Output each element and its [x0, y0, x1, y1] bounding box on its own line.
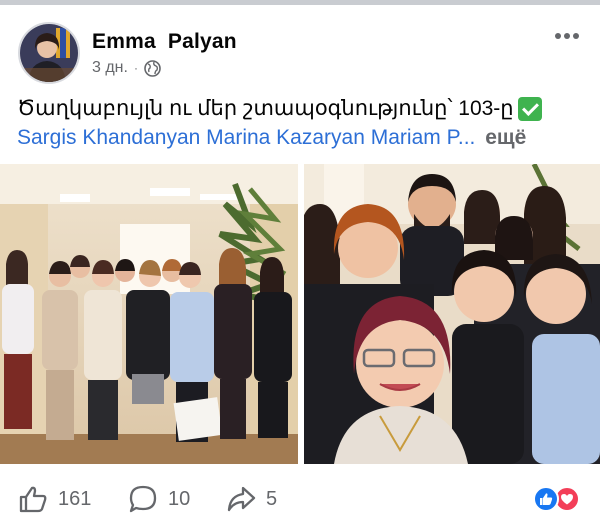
- post-actions-bar: 161 10 5: [0, 478, 600, 522]
- tag-marina-kazaryan[interactable]: Marina Kazaryan: [206, 126, 365, 149]
- post-timestamp[interactable]: 3 дн.: [92, 59, 128, 77]
- comments-count: 10: [168, 487, 191, 510]
- share-button[interactable]: 5: [226, 484, 277, 514]
- comment-button[interactable]: 10: [128, 484, 190, 514]
- top-divider: [0, 0, 600, 5]
- tagged-people: Sargis Khandanyan Marina Kazaryan Mariam…: [17, 126, 587, 150]
- tag-mariam-p[interactable]: Mariam P: [371, 126, 458, 149]
- like-reaction-icon: [533, 486, 559, 512]
- share-arrow-icon: [226, 484, 256, 514]
- tags-ellipsis: ...: [457, 126, 476, 149]
- more-dots-icon[interactable]: [552, 26, 582, 46]
- see-more-link[interactable]: ещё: [485, 126, 526, 149]
- thumbs-up-icon: [18, 484, 48, 514]
- post-caption-text: Ծաղկաբույլն ու մեր շտապօգնությունը՝ 103-…: [17, 97, 514, 120]
- meta-separator: ·: [133, 61, 138, 75]
- globe-icon[interactable]: [144, 59, 161, 77]
- post-author-name[interactable]: Emma Palyan: [92, 30, 237, 54]
- post-photo-group[interactable]: [0, 164, 298, 464]
- avatar[interactable]: [18, 22, 80, 84]
- likes-count: 161: [58, 487, 92, 510]
- shares-count: 5: [266, 487, 278, 510]
- tag-sargis-khandanyan[interactable]: Sargis Khandanyan: [17, 126, 200, 149]
- check-mark-button-icon: [517, 96, 542, 121]
- post-meta: 3 дн. ·: [92, 59, 161, 77]
- comment-bubble-icon: [128, 484, 158, 514]
- reactions-summary[interactable]: [533, 486, 583, 514]
- post-caption: Ծաղկաբույլն ու մեր շտապօգնությունը՝ 103-…: [17, 96, 542, 121]
- like-button[interactable]: 161: [18, 484, 91, 514]
- post-photo-selfie[interactable]: [304, 164, 600, 464]
